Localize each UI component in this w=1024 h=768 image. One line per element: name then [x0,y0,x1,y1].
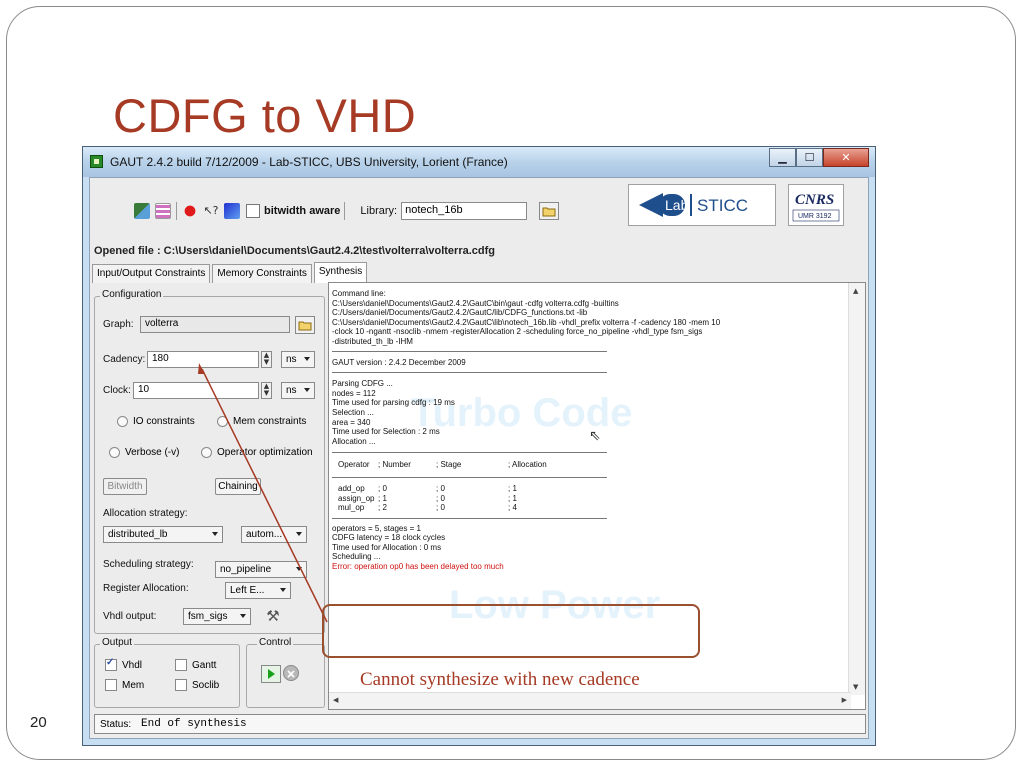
annotation-text: Cannot synthesize with new cadence [360,669,640,690]
error-callout-box [322,604,700,658]
